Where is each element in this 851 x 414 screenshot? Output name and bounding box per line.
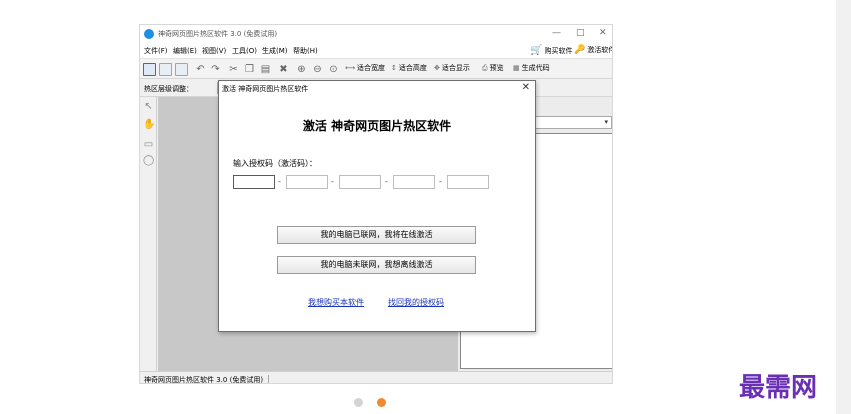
paste-icon[interactable]: ▤ bbox=[260, 64, 271, 75]
dialog-close-button[interactable]: ✕ bbox=[522, 82, 530, 93]
pointer-tool-icon[interactable]: ↖ bbox=[143, 101, 154, 112]
fit-height-icon: ↕ bbox=[391, 64, 397, 72]
key-icon: 🔑 bbox=[574, 45, 586, 55]
cut-icon[interactable]: ✂ bbox=[228, 64, 239, 75]
app-logo-icon bbox=[144, 29, 154, 39]
chevron-down-icon: ▾ bbox=[604, 118, 608, 126]
carousel-dot-1[interactable] bbox=[354, 398, 363, 407]
cart-icon: 🛒 bbox=[530, 45, 543, 56]
activation-code-input-4[interactable] bbox=[393, 175, 435, 189]
close-button[interactable]: ✕ bbox=[599, 28, 607, 38]
offline-activate-button[interactable]: 我的电脑未联网，我想离线激活 bbox=[277, 256, 476, 274]
minimize-button[interactable]: — bbox=[552, 28, 561, 38]
menu-view[interactable]: 视图(V) bbox=[202, 46, 226, 56]
activation-code-input-3[interactable] bbox=[339, 175, 381, 189]
carousel-dot-2[interactable] bbox=[377, 398, 386, 407]
generate-code-label: 生成代码 bbox=[521, 64, 550, 72]
window-title: 神奇网页图片热区软件 3.0 (免费试用) bbox=[158, 30, 278, 38]
dialog-title: 激活 神奇网页图片热区软件 bbox=[222, 85, 309, 93]
delete-icon[interactable]: ✖ bbox=[278, 64, 289, 75]
fit-page-icon: ✥ bbox=[434, 64, 440, 72]
zoom-icon[interactable]: ⊙ bbox=[328, 64, 339, 75]
scrollbar-track[interactable] bbox=[836, 0, 851, 414]
code-separator: - bbox=[331, 177, 334, 186]
status-text: 神奇网页图片热区软件 3.0 (免费试用) bbox=[144, 375, 270, 383]
activation-code-input-1[interactable] bbox=[233, 175, 275, 189]
fit-page-button[interactable]: ✥ 适合显示 bbox=[434, 63, 470, 73]
hand-tool-icon[interactable]: ✋ bbox=[143, 119, 155, 130]
printer-icon: ⎙ bbox=[482, 63, 488, 72]
preview-label: 预览 bbox=[489, 64, 504, 72]
menu-edit[interactable]: 编辑(E) bbox=[173, 46, 197, 56]
rectangle-tool-icon[interactable]: ▭ bbox=[143, 139, 154, 150]
new-file-icon[interactable] bbox=[143, 63, 156, 76]
activation-code-input-5[interactable] bbox=[447, 175, 489, 189]
main-toolbar: ↶ ↷ ✂ ❐ ▤ ✖ ⊕ ⊖ ⊙ ⟷ 适合宽度 ↕ 适合高度 ✥ 适合显示 ⎙ bbox=[140, 58, 612, 79]
buy-software-link[interactable]: 我想购买本软件 bbox=[308, 297, 364, 308]
activation-code-input-2[interactable] bbox=[286, 175, 328, 189]
open-file-icon[interactable] bbox=[159, 63, 172, 76]
circle-tool-icon[interactable]: ◯ bbox=[143, 155, 154, 166]
code-icon: ▦ bbox=[513, 64, 520, 72]
generate-code-button[interactable]: ▦ 生成代码 bbox=[513, 63, 550, 73]
tool-panel: ↖ ✋ ▭ ◯ bbox=[140, 97, 157, 371]
menu-generate[interactable]: 生成(M) bbox=[262, 46, 288, 56]
maximize-button[interactable]: □ bbox=[576, 28, 585, 38]
fit-height-button[interactable]: ↕ 适合高度 bbox=[391, 63, 427, 73]
zoom-out-icon[interactable]: ⊖ bbox=[312, 64, 323, 75]
buy-software-label: 购买软件 bbox=[544, 46, 573, 55]
activation-code-label: 输入授权码（激活码）： bbox=[233, 159, 317, 168]
layer-adjust-label: 热区层级调整： bbox=[144, 85, 193, 93]
buy-software-button[interactable]: 🛒 购买软件 bbox=[530, 45, 572, 56]
zoom-in-icon[interactable]: ⊕ bbox=[296, 64, 307, 75]
menu-file[interactable]: 文件(F) bbox=[144, 46, 168, 56]
copy-icon[interactable]: ❐ bbox=[244, 64, 255, 75]
preview-button[interactable]: ⎙ 预览 bbox=[482, 63, 504, 73]
fit-width-button[interactable]: ⟷ 适合宽度 bbox=[345, 63, 385, 73]
fit-page-label: 适合显示 bbox=[441, 64, 470, 72]
redo-icon[interactable]: ↷ bbox=[210, 64, 221, 75]
menu-bar: 文件(F) 编辑(E) 视图(V) 工具(O) 生成(M) 帮助(H) 🛒 购买… bbox=[140, 43, 612, 58]
page: 神奇网页图片热区软件 3.0 (免费试用) — □ ✕ 文件(F) 编辑(E) … bbox=[0, 0, 851, 414]
undo-icon[interactable]: ↶ bbox=[195, 64, 206, 75]
fit-width-label: 适合宽度 bbox=[357, 64, 386, 72]
menu-help[interactable]: 帮助(H) bbox=[293, 46, 318, 56]
code-separator: - bbox=[439, 177, 442, 186]
fit-width-icon: ⟷ bbox=[345, 64, 356, 72]
watermark-logo: 最需网 bbox=[739, 373, 818, 403]
menu-tools[interactable]: 工具(O) bbox=[232, 46, 257, 56]
online-activate-button[interactable]: 我的电脑已联网，我将在线激活 bbox=[277, 226, 476, 244]
retrieve-code-link[interactable]: 找回我的授权码 bbox=[388, 297, 444, 308]
save-icon[interactable] bbox=[175, 63, 188, 76]
status-bar: 神奇网页图片热区软件 3.0 (免费试用) bbox=[140, 371, 612, 383]
activate-software-button[interactable]: 🔑 激活软件 bbox=[574, 45, 613, 55]
fit-height-label: 适合高度 bbox=[398, 64, 427, 72]
dialog-heading: 激活 神奇网页图片热区软件 bbox=[302, 119, 452, 133]
activate-software-label: 激活软件 bbox=[587, 46, 613, 54]
property-select[interactable]: ▾ bbox=[534, 116, 612, 129]
code-separator: - bbox=[278, 177, 281, 186]
activation-dialog: 激活 神奇网页图片热区软件 ✕ 激活 神奇网页图片热区软件 输入授权码（激活码）… bbox=[218, 80, 536, 332]
title-bar: 神奇网页图片热区软件 3.0 (免费试用) — □ ✕ bbox=[140, 25, 612, 43]
code-separator: - bbox=[385, 177, 388, 186]
